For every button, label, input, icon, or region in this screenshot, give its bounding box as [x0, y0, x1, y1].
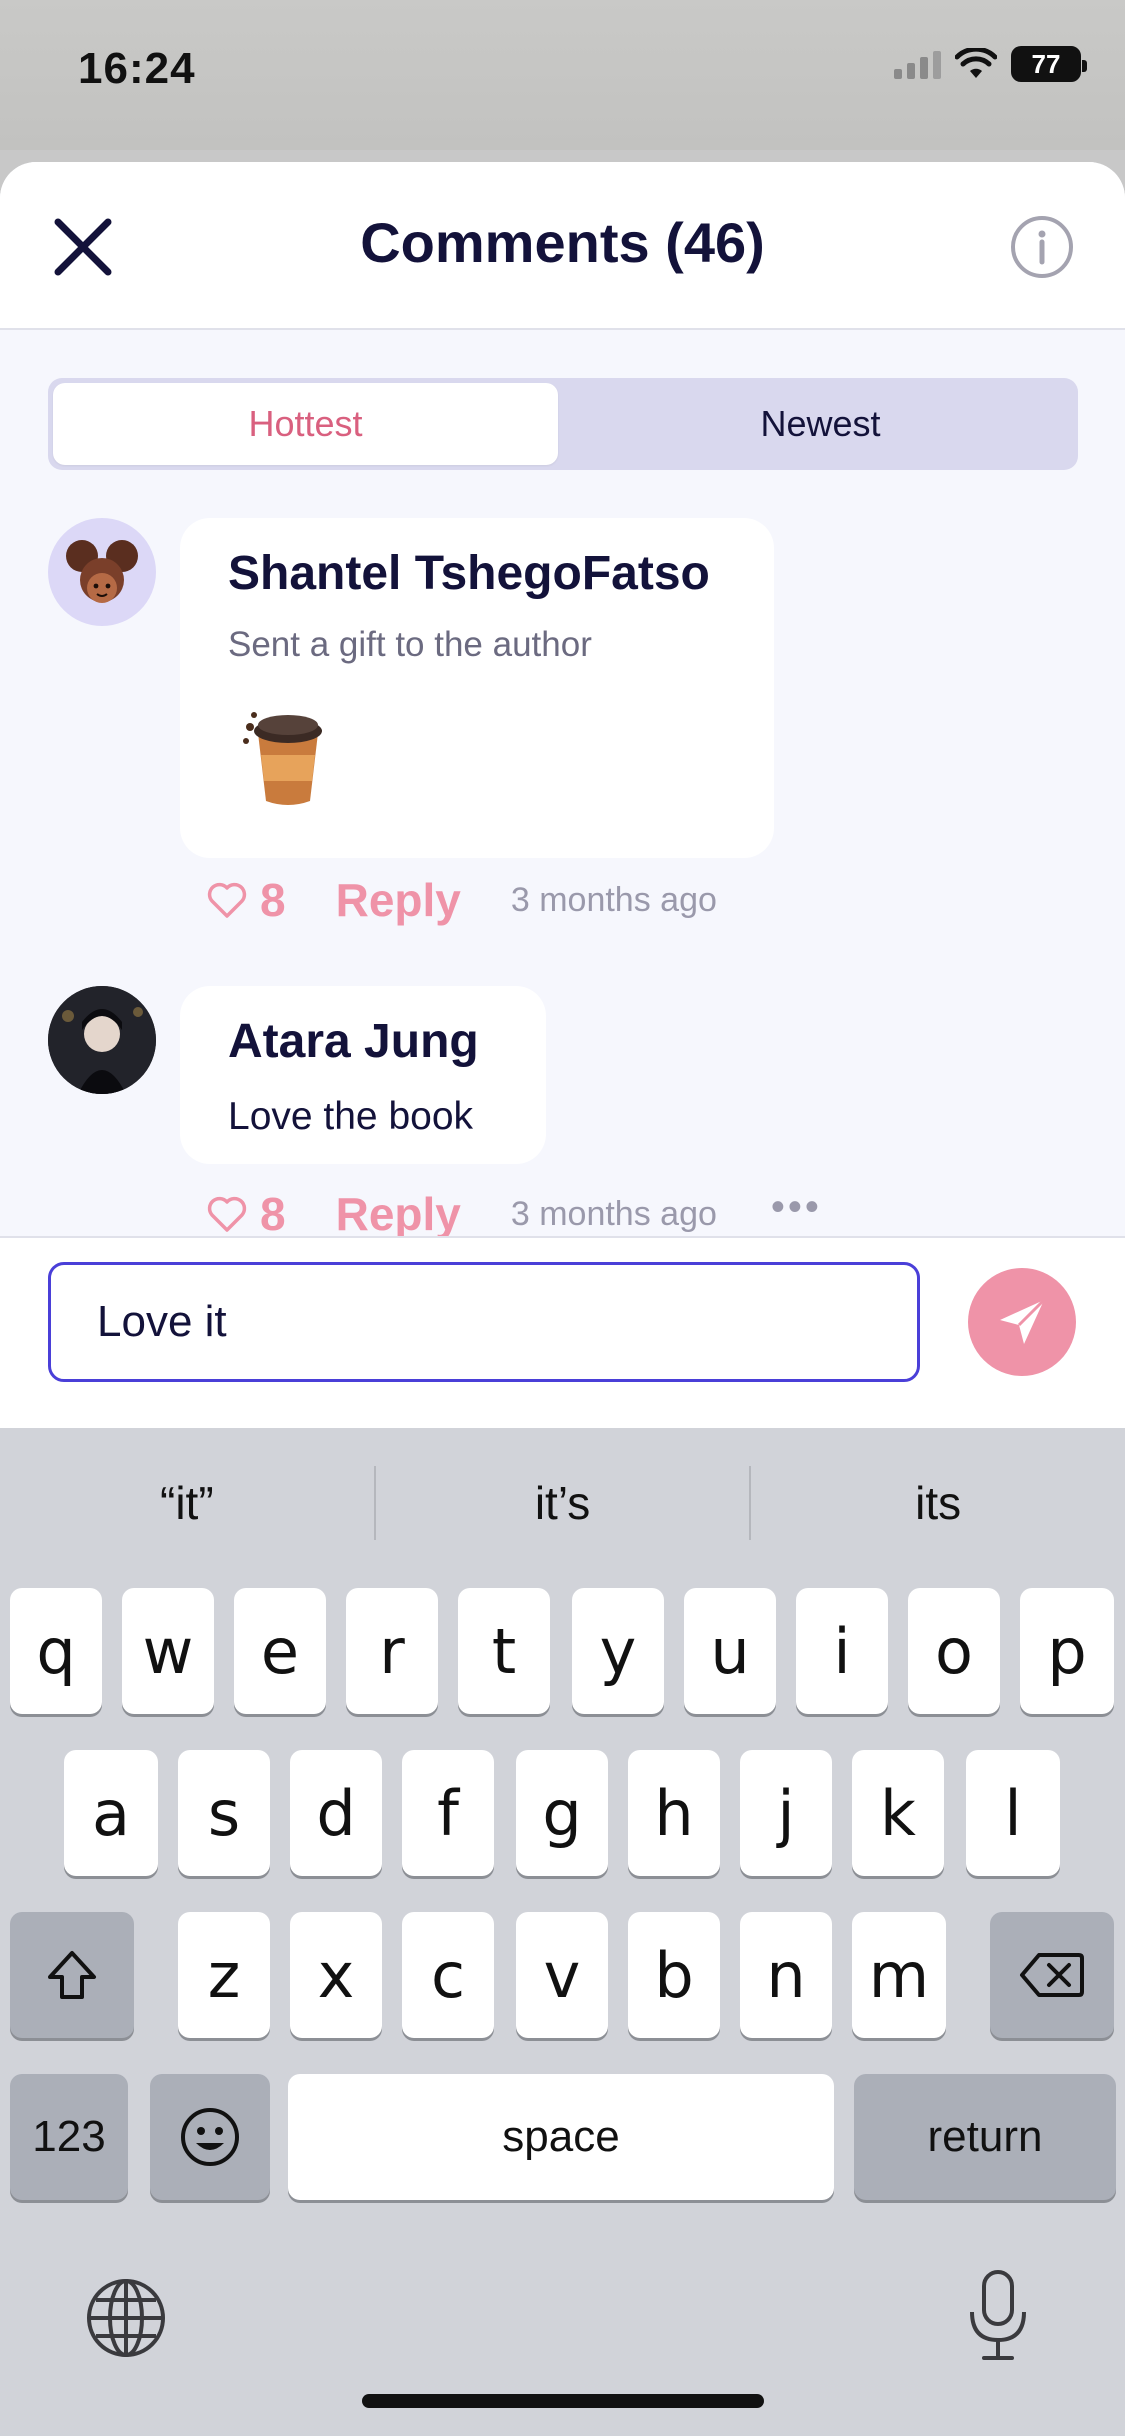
- key-a[interactable]: a: [64, 1750, 158, 1876]
- key-b[interactable]: b: [628, 1912, 720, 2038]
- emoji-icon: [181, 2108, 239, 2166]
- avatar-photo-icon: [48, 986, 156, 1094]
- like-count: 8: [260, 874, 286, 926]
- key-m[interactable]: m: [852, 1912, 946, 2038]
- page-title: Comments (46): [360, 211, 765, 274]
- suggestion-item[interactable]: its: [751, 1476, 1125, 1530]
- heart-icon[interactable]: [206, 1193, 248, 1235]
- battery-icon: 77: [1011, 46, 1087, 82]
- key-x[interactable]: x: [290, 1912, 382, 2038]
- key-c[interactable]: c: [402, 1912, 494, 2038]
- key-g[interactable]: g: [516, 1750, 608, 1876]
- key-e[interactable]: e: [234, 1588, 326, 1714]
- comment-text: Love the book: [228, 1095, 474, 1138]
- sheet-header: Comments (46): [0, 162, 1125, 330]
- reply-button[interactable]: Reply: [336, 873, 461, 927]
- comment-actions: 8 Reply 3 months ago: [206, 870, 717, 930]
- key-y[interactable]: y: [572, 1588, 664, 1714]
- delete-key[interactable]: [990, 1912, 1114, 2038]
- avatar[interactable]: [48, 518, 156, 626]
- cellular-signal-icon: [894, 49, 941, 79]
- comment-input-bar: [0, 1236, 1125, 1428]
- key-j[interactable]: j: [740, 1750, 832, 1876]
- shift-icon: [48, 1951, 96, 1999]
- key-u[interactable]: u: [684, 1588, 776, 1714]
- comment-timestamp: 3 months ago: [510, 1194, 717, 1233]
- key-o[interactable]: o: [908, 1588, 1000, 1714]
- home-indicator[interactable]: [362, 2394, 764, 2408]
- key-q[interactable]: q: [10, 1588, 102, 1714]
- key-z[interactable]: z: [178, 1912, 270, 2038]
- status-time: 16:24: [78, 44, 196, 93]
- suggestion-item[interactable]: it’s: [376, 1476, 750, 1530]
- key-s[interactable]: s: [178, 1750, 270, 1876]
- comment-author[interactable]: Atara Jung: [228, 1014, 498, 1069]
- send-button[interactable]: [968, 1268, 1076, 1376]
- key-i[interactable]: i: [796, 1588, 888, 1714]
- coffee-cup-gift-icon: [243, 712, 322, 805]
- status-bar: 16:24 77: [0, 0, 1125, 150]
- comment-actions: 8 Reply 3 months ago •••: [206, 1184, 822, 1244]
- key-d[interactable]: d: [290, 1750, 382, 1876]
- return-key[interactable]: return: [854, 2074, 1116, 2200]
- avatar[interactable]: [48, 986, 156, 1094]
- emoji-key[interactable]: [150, 2074, 270, 2200]
- key-f[interactable]: f: [402, 1750, 494, 1876]
- key-t[interactable]: t: [458, 1588, 550, 1714]
- key-l[interactable]: l: [966, 1750, 1060, 1876]
- microphone-icon[interactable]: [966, 2268, 1030, 2364]
- like-count: 8: [260, 1188, 286, 1240]
- key-w[interactable]: w: [122, 1588, 214, 1714]
- comment-timestamp: 3 months ago: [510, 880, 717, 919]
- key-r[interactable]: r: [346, 1588, 438, 1714]
- more-options-icon[interactable]: •••: [771, 1185, 822, 1230]
- comment-bubble: Shantel TshegoFatso Sent a gift to the a…: [180, 518, 774, 858]
- key-k[interactable]: k: [852, 1750, 944, 1876]
- key-v[interactable]: v: [516, 1912, 608, 2038]
- comment-input[interactable]: [48, 1262, 920, 1382]
- tab-hottest[interactable]: Hottest: [53, 383, 558, 465]
- key-p[interactable]: p: [1020, 1588, 1114, 1714]
- key-n[interactable]: n: [740, 1912, 832, 2038]
- keyboard-suggestions: “it” it’s its: [0, 1428, 1125, 1578]
- heart-icon[interactable]: [206, 879, 248, 921]
- tab-newest[interactable]: Newest: [568, 383, 1073, 465]
- avatar-emoji-icon: [66, 540, 138, 603]
- comment-bubble: Atara Jung Love the book: [180, 986, 546, 1164]
- status-icons: 77: [894, 46, 1087, 82]
- suggestion-item[interactable]: “it”: [0, 1476, 374, 1530]
- globe-icon[interactable]: [84, 2276, 168, 2360]
- send-icon: [1000, 1298, 1046, 1344]
- wifi-icon: [955, 48, 997, 78]
- comment-author[interactable]: Shantel TshegoFatso: [228, 546, 726, 601]
- space-key[interactable]: space: [288, 2074, 834, 2200]
- numbers-key[interactable]: 123: [10, 2074, 128, 2200]
- backspace-icon: [1020, 1953, 1084, 1997]
- reply-button[interactable]: Reply: [336, 1187, 461, 1241]
- info-icon[interactable]: [1009, 214, 1075, 280]
- comment-subtitle: Sent a gift to the author: [228, 625, 592, 664]
- battery-level: 77: [1031, 48, 1061, 79]
- key-h[interactable]: h: [628, 1750, 720, 1876]
- sort-segmented-control: Hottest Newest: [48, 378, 1078, 470]
- shift-key[interactable]: [10, 1912, 134, 2038]
